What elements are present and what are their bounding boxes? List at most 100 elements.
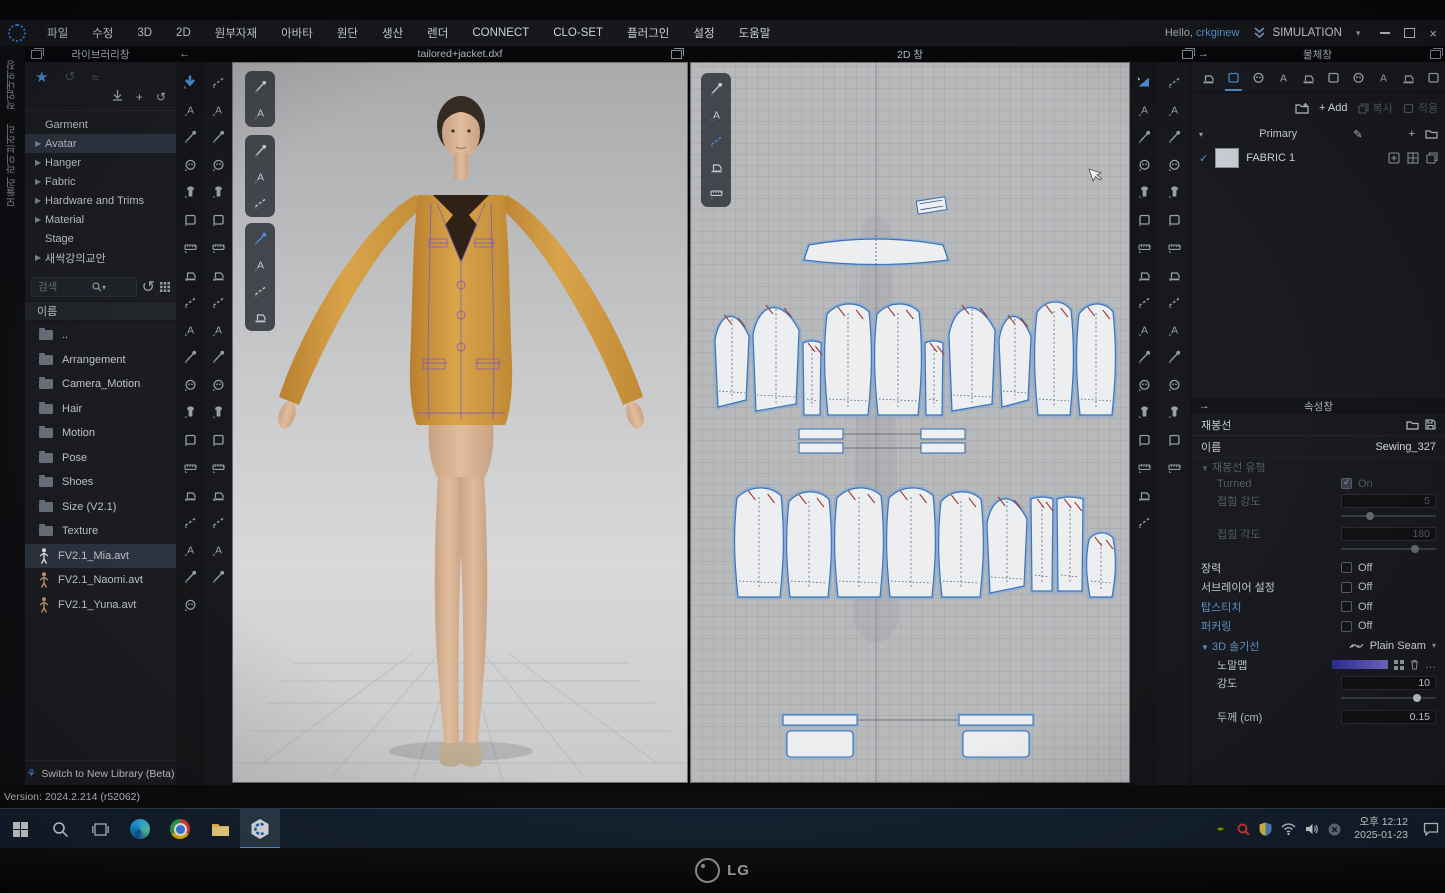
head-view-icon[interactable]	[250, 280, 270, 300]
menu-item-13[interactable]: 도움말	[728, 21, 782, 45]
menu-item-10[interactable]: CLO-SET	[542, 23, 614, 43]
thickness-input[interactable]: 0.15	[1341, 710, 1436, 724]
measure-line-tool-icon[interactable]	[1132, 373, 1156, 396]
tshirt-show-icon[interactable]: A	[706, 104, 726, 124]
recent-tab-icon[interactable]: ↺	[64, 69, 75, 85]
undock-icon[interactable]	[671, 50, 682, 59]
clone-pattern-tool-icon[interactable]	[1132, 345, 1156, 368]
grading-tool-icon[interactable]	[206, 208, 230, 231]
object-tab-bow[interactable]: A	[1372, 63, 1395, 91]
edit-pattern-tool-icon[interactable]: A	[1132, 98, 1156, 121]
cut-sew-tool-icon[interactable]: A	[1132, 318, 1156, 341]
elastic-band-tool-icon[interactable]	[1162, 400, 1186, 423]
menu-item-6[interactable]: 원단	[326, 21, 369, 45]
clo-app-taskbar-icon[interactable]	[240, 809, 280, 849]
nvidia-tray-icon[interactable]	[1214, 822, 1228, 836]
fabric-copy-icon[interactable]	[1426, 152, 1438, 164]
sewing-type-group-label[interactable]: 재봉선 유형	[1212, 462, 1266, 474]
edge-browser-icon[interactable]	[120, 809, 160, 849]
steam-iron-tool-icon[interactable]	[206, 510, 230, 533]
library-tree-item-7[interactable]: ▶새싹강의교안	[25, 248, 176, 267]
seam-iron-tool-icon[interactable]	[1162, 180, 1186, 203]
garment-pair-tool-icon[interactable]	[178, 428, 202, 451]
menu-item-7[interactable]: 생산	[371, 21, 414, 45]
pattern-piece-0[interactable]	[715, 317, 749, 407]
globe-view-icon[interactable]	[250, 306, 270, 326]
free-sew-tool-icon[interactable]	[178, 208, 202, 231]
strength-input[interactable]: 10	[1341, 676, 1436, 690]
pin-tool-icon[interactable]	[178, 153, 202, 176]
folder-icon[interactable]	[1425, 129, 1438, 139]
zipper-slider-tool-icon[interactable]	[206, 345, 230, 368]
detect-sewing-tool-icon[interactable]	[1162, 153, 1186, 176]
tree-expand-icon[interactable]: ▶	[35, 158, 45, 167]
library-tree-item-6[interactable]: Stage	[25, 229, 176, 248]
simulate-tool-icon[interactable]	[178, 70, 202, 93]
flatten-tool-icon[interactable]: A	[206, 98, 230, 121]
stitch-check-tool-icon[interactable]	[1162, 263, 1186, 286]
mode-dropdown-caret[interactable]: ▾	[1356, 28, 1361, 39]
menu-item-12[interactable]: 설정	[682, 21, 725, 45]
library-file-11[interactable]: FV2.1_Yuna.avt	[25, 593, 176, 618]
fabric-texture-icon[interactable]	[1407, 152, 1419, 164]
off-checkbox[interactable]	[1341, 582, 1352, 593]
library-file-10[interactable]: FV2.1_Naomi.avt	[25, 568, 176, 593]
library-file-7[interactable]: Size (V2.1)	[25, 495, 176, 520]
library-file-5[interactable]: Pose	[25, 446, 176, 471]
volume-icon[interactable]	[1305, 823, 1319, 835]
sew-direction-tool-icon[interactable]	[178, 263, 202, 286]
collapse-arrow-icon[interactable]: ←	[180, 48, 191, 60]
favorites-tab-icon[interactable]: ★	[35, 68, 48, 86]
segment-sew-tool-icon[interactable]	[178, 180, 202, 203]
apply-fabric-button[interactable]: 적용	[1403, 100, 1438, 116]
viewport-3d[interactable]: A A A	[232, 62, 688, 783]
history-panel-tab[interactable]: 작업내역창	[5, 60, 20, 110]
fold-angle-slider[interactable]	[1341, 545, 1436, 553]
object-tab-placket[interactable]	[1422, 63, 1445, 91]
library-file-1[interactable]: Arrangement	[25, 348, 176, 373]
off-checkbox[interactable]	[1341, 562, 1352, 573]
file-list-header[interactable]: 이름	[25, 301, 176, 321]
collar-piece[interactable]	[804, 235, 948, 267]
fit-b-tool-icon[interactable]	[206, 455, 230, 478]
downloads-tab-icon[interactable]: ≈	[91, 70, 98, 85]
texture-edit-tool-icon[interactable]	[1162, 290, 1186, 313]
polygon-pattern-tool-icon[interactable]	[1132, 153, 1156, 176]
text-tool-icon[interactable]	[1132, 428, 1156, 451]
undock-icon[interactable]	[1430, 50, 1441, 59]
style-jacket-tool-icon[interactable]	[178, 373, 202, 396]
library-file-3[interactable]: Hair	[25, 397, 176, 422]
tshirt-icon[interactable]	[250, 140, 270, 160]
wifi-icon[interactable]	[1281, 823, 1296, 835]
add-fabric-button[interactable]: + Add	[1319, 102, 1347, 114]
object-tab-puckering[interactable]	[1347, 63, 1370, 91]
fabric-view-icon[interactable]	[706, 156, 726, 176]
show-sewing-tool-icon[interactable]	[1162, 208, 1186, 231]
sew-dash-tool-icon[interactable]	[1162, 345, 1186, 368]
search-icon[interactable]	[92, 282, 102, 292]
strength-slider[interactable]	[1341, 694, 1436, 702]
library-search-box[interactable]: ▾	[31, 277, 137, 297]
menu-item-4[interactable]: 원부자재	[204, 21, 268, 45]
minimize-button[interactable]	[1380, 32, 1390, 34]
free-sewing-tool-icon[interactable]: A	[1162, 98, 1186, 121]
seamline-group-label[interactable]: 3D 솔기선	[1212, 641, 1259, 653]
tree-expand-icon[interactable]: ▶	[35, 139, 45, 148]
off-checkbox[interactable]	[1341, 601, 1352, 612]
tree-expand-icon[interactable]: ▶	[35, 253, 45, 262]
tray-app-icon[interactable]	[1237, 823, 1250, 836]
undock-icon[interactable]	[31, 50, 42, 59]
layer-clone-tool-icon[interactable]	[206, 400, 230, 423]
menu-item-0[interactable]: 파일	[36, 21, 79, 45]
trace-tool-icon[interactable]	[1132, 290, 1156, 313]
username[interactable]: crkginew	[1196, 27, 1239, 39]
pattern-pieces[interactable]	[715, 302, 1115, 597]
sew-line-tool-icon[interactable]: A	[1162, 318, 1186, 341]
download-icon[interactable]	[112, 90, 123, 101]
object-tab-piping[interactable]	[1297, 63, 1320, 91]
normal-map-gradient[interactable]	[1332, 660, 1388, 669]
fold-strength-slider[interactable]	[1341, 512, 1436, 520]
segment-sewing-tool-icon[interactable]	[1162, 70, 1186, 93]
sync-error-tray-icon[interactable]	[1328, 823, 1341, 836]
library-tree-item-1[interactable]: ▶Avatar	[25, 134, 176, 153]
